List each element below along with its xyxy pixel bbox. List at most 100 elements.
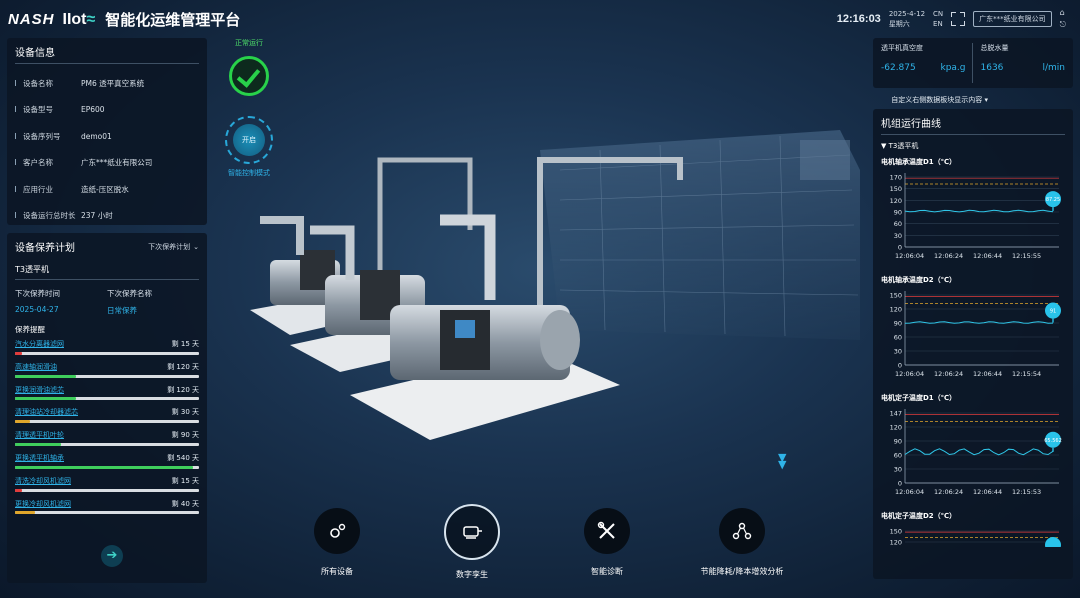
task-days-left: 剩 90 天 bbox=[171, 431, 199, 440]
curve-title: 电机定子温度D1（℃） bbox=[881, 394, 957, 402]
maintenance-task: 清洗冷却风机滤网 剩 15 天 bbox=[15, 476, 199, 495]
maintenance-task: 更换冷却风机滤网 剩 40 天 bbox=[15, 499, 199, 518]
task-progress-bar bbox=[15, 397, 199, 401]
task-progress-bar bbox=[15, 351, 199, 355]
arrow-right-icon[interactable]: ➔ bbox=[101, 545, 123, 567]
task-days-left: 剩 15 天 bbox=[171, 340, 199, 348]
y-tick-label: 90 bbox=[894, 438, 902, 446]
header-icons: ⌂ ⎋ bbox=[1060, 8, 1066, 30]
series-line bbox=[904, 321, 1054, 324]
task-name[interactable]: 汽水分离器滤网 bbox=[15, 339, 64, 349]
device-info-value: 广东***纸业有限公司 bbox=[81, 158, 153, 168]
task-progress-bar bbox=[15, 420, 199, 424]
series-line bbox=[904, 448, 1054, 456]
y-tick-label: 147 bbox=[890, 410, 902, 418]
maintenance-title: 设备保养计划 bbox=[15, 243, 75, 254]
curve-plot: 170 150 120 90 60 30 012:06:04 12:06:24 12:06:44… bbox=[890, 173, 1061, 260]
vacuum-kpi: 透平机真空度 -62.875 kpa.g bbox=[881, 43, 966, 83]
device-info-key: 设备运行总时长 bbox=[15, 210, 81, 221]
curve-plot: 150 120 90 60 30 012:06:04 12:06:24 12:06:44 12:… bbox=[890, 291, 1061, 378]
top-right-bar: 12:16:03 2025-4-12 星期六 CN EN 广东***纸业有限公司… bbox=[837, 8, 1066, 30]
home-icon[interactable]: ⌂ bbox=[1060, 8, 1066, 17]
device-info-key: 设备序列号 bbox=[15, 131, 81, 142]
fullscreen-icon[interactable] bbox=[951, 12, 966, 26]
task-days-left: 剩 15 天 bbox=[171, 476, 199, 485]
y-tick-label: 120 bbox=[890, 424, 902, 432]
task-name[interactable]: 更换冷却风机滤网 bbox=[15, 499, 71, 509]
weekday: 星期六 bbox=[888, 20, 910, 28]
task-name[interactable]: 更换润滑油滤芯 bbox=[15, 385, 64, 395]
x-tick-label: 12:06:04 bbox=[895, 488, 924, 496]
device-info-key: 设备名称 bbox=[15, 78, 81, 89]
maintenance-plan-select[interactable]: 下次保养计划 ⌄ bbox=[148, 242, 199, 252]
next-time-label: 下次保养时间 bbox=[15, 289, 60, 298]
date: 2025-4-12 bbox=[888, 10, 926, 18]
y-tick-label: 30 bbox=[894, 466, 902, 474]
scroll-down-icon[interactable]: ▼ ▼ bbox=[778, 452, 786, 470]
next-name-label: 下次保养名称 bbox=[107, 289, 152, 298]
vacuum-value: -62.875 bbox=[881, 63, 916, 73]
y-tick-label: 0 bbox=[898, 480, 902, 488]
device-info-row: 设备名称 PM6 透平真空系统 bbox=[15, 70, 199, 97]
nav-digital-twin-label: 数字孪生 bbox=[456, 570, 488, 579]
maintenance-task: 清理透平机叶轮 剩 90 天 bbox=[15, 430, 199, 449]
task-name[interactable]: 清洗冷却风机滤网 bbox=[15, 476, 71, 486]
y-tick-label: 120 bbox=[890, 539, 902, 547]
task-name[interactable]: 清理透平机叶轮 bbox=[15, 430, 64, 440]
y-tick-label: 170 bbox=[890, 174, 902, 182]
task-name[interactable]: 高速轴润滑油 bbox=[15, 362, 57, 372]
y-tick-label: 120 bbox=[890, 306, 902, 314]
task-name[interactable]: 更换透平机轴承 bbox=[15, 453, 64, 463]
brand: NASH IIot≈ 智能化运维管理平台 bbox=[8, 9, 240, 30]
task-days-left: 剩 120 天 bbox=[167, 362, 199, 371]
vacuum-unit: kpa.g bbox=[940, 63, 966, 73]
y-tick-label: 0 bbox=[898, 244, 902, 252]
x-tick-label: 12:06:44 bbox=[973, 252, 1002, 260]
task-days-left: 剩 40 天 bbox=[171, 499, 199, 508]
logout-icon[interactable]: ⎋ bbox=[1060, 20, 1066, 30]
device-info-value: PM6 透平真空系统 bbox=[81, 78, 145, 88]
curve-title: 电机轴承温度D2（℃） bbox=[881, 276, 957, 284]
tools-icon bbox=[584, 508, 630, 554]
value-marker-label: 65.562 bbox=[1044, 438, 1062, 444]
curves-machine-toggle[interactable]: ▼ T3透平机 bbox=[881, 141, 1065, 151]
chevron-down-icon: ⌄ bbox=[193, 242, 199, 251]
nav-energy-analysis-label: 节能降耗/降本增效分析 bbox=[700, 567, 784, 576]
nav-digital-twin[interactable]: 数字孪生 bbox=[412, 504, 532, 580]
task-progress-bar bbox=[15, 511, 199, 515]
task-days-left: 剩 30 天 bbox=[171, 408, 199, 417]
company-badge[interactable]: 广东***纸业有限公司 bbox=[973, 11, 1052, 27]
custom-panel-link[interactable]: 自定义右侧数据板块显示内容 ▾ bbox=[891, 95, 988, 105]
device-info-row: 设备型号 EP600 bbox=[15, 97, 199, 124]
nav-energy-analysis[interactable]: 节能降耗/降本增效分析 bbox=[682, 508, 802, 577]
maintenance-task: 更换透平机轴承 剩 540 天 bbox=[15, 453, 199, 472]
device-info-key: 客户名称 bbox=[15, 157, 81, 168]
task-days-left: 剩 540 天 bbox=[167, 453, 199, 462]
device-info-row: 设备运行总时长 237 小时 bbox=[15, 203, 199, 230]
x-tick-label: 12:06:44 bbox=[973, 488, 1002, 496]
nav-all-devices[interactable]: 所有设备 bbox=[277, 508, 397, 577]
curve-chart: 电机轴承温度D2（℃） 150 120 90 60 30 0 12:06:04 12:06:24… bbox=[881, 275, 1065, 387]
device-info-row: 客户名称 广东***纸业有限公司 bbox=[15, 150, 199, 177]
value-marker-label: 91 bbox=[1050, 309, 1056, 315]
lang-en[interactable]: EN bbox=[933, 19, 943, 29]
x-tick-label: 12:15:54 bbox=[1012, 370, 1041, 378]
next-name-value: 日常保养 bbox=[107, 306, 137, 315]
task-name[interactable]: 清理油站冷却器滤芯 bbox=[15, 407, 78, 417]
task-progress-bar bbox=[15, 488, 199, 492]
device-info-title: 设备信息 bbox=[15, 44, 199, 64]
maintenance-panel: 设备保养计划 下次保养计划 ⌄ T3透平机 下次保养时间 2025-04-27 … bbox=[7, 233, 207, 583]
running-status-label: 正常运行 bbox=[235, 39, 263, 47]
curve-chart: 电机定子温度D2（℃） 150 120 bbox=[881, 511, 1065, 547]
value-marker bbox=[1045, 537, 1061, 547]
top-bar: NASH IIot≈ 智能化运维管理平台 12:16:03 2025-4-12 … bbox=[0, 0, 1080, 38]
nav-smart-diagnosis-label: 智能诊断 bbox=[591, 567, 623, 576]
device-info-value: demo01 bbox=[81, 131, 112, 141]
task-days-left: 剩 120 天 bbox=[167, 385, 199, 394]
device-info-key: 设备型号 bbox=[15, 104, 81, 115]
nav-smart-diagnosis[interactable]: 智能诊断 bbox=[547, 508, 667, 577]
y-tick-label: 60 bbox=[894, 220, 902, 228]
date-block: 2025-4-12 星期六 bbox=[889, 9, 925, 29]
lang-cn[interactable]: CN bbox=[933, 9, 943, 19]
device-info-panel: 设备信息 设备名称 PM6 透平真空系统 设备型号 EP600 设备序列号 demo01 客… bbox=[7, 38, 207, 225]
